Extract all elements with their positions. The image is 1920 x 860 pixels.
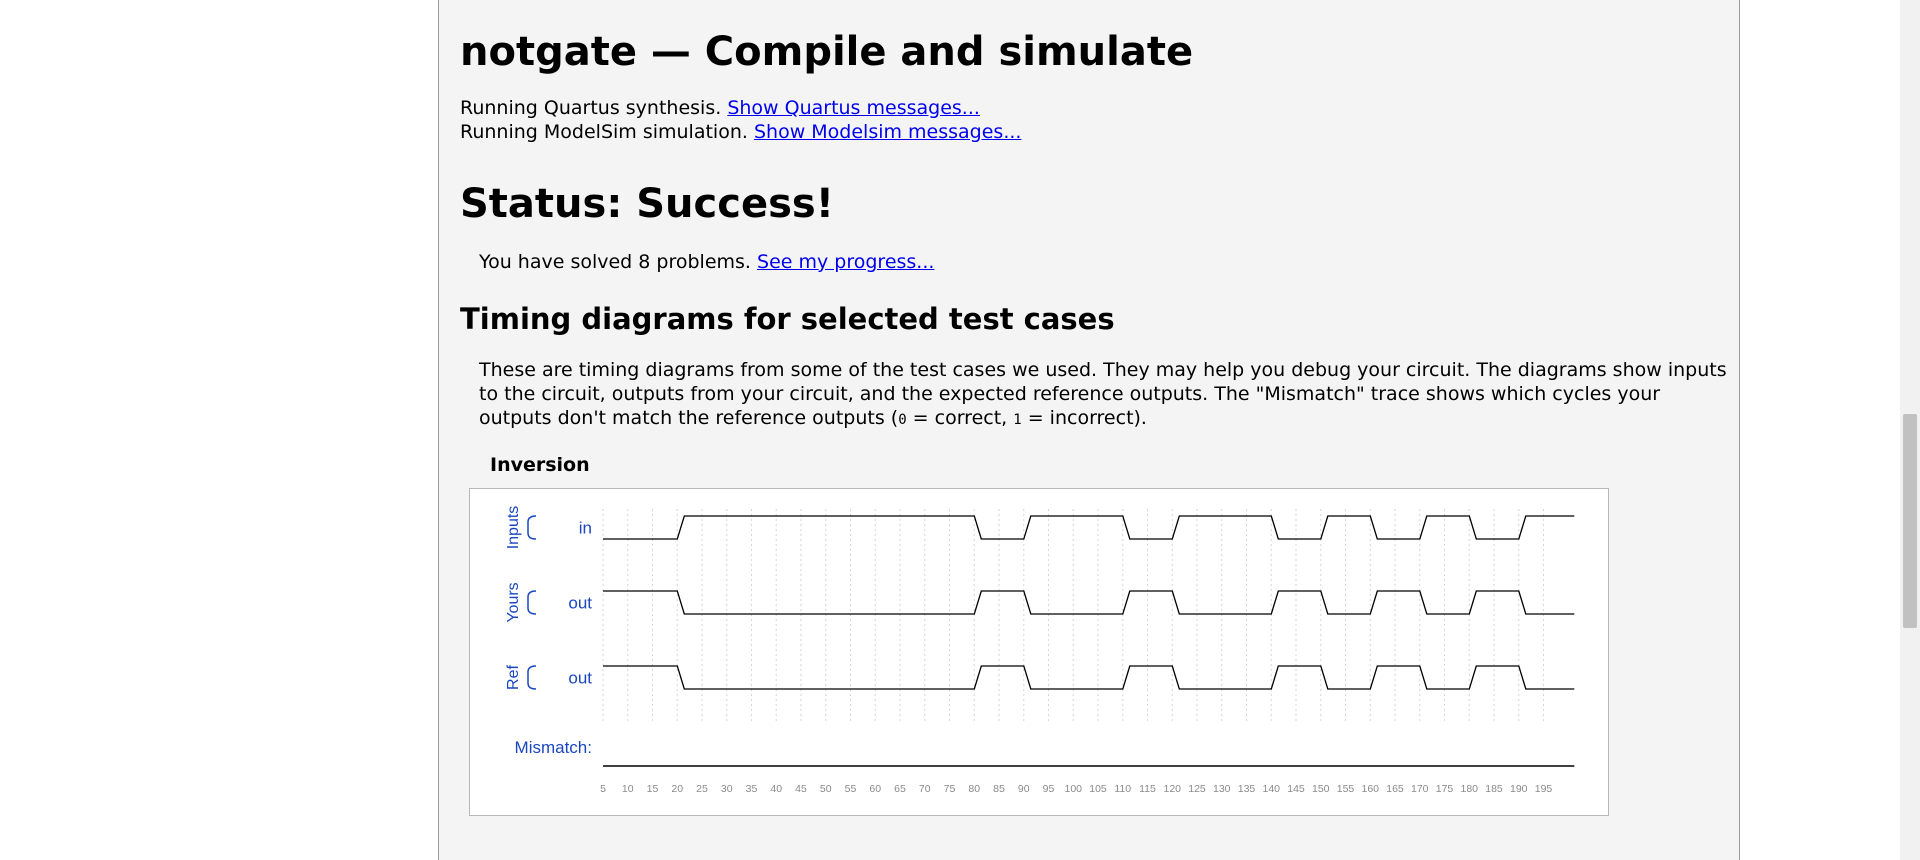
x-tick-label-80: 80 [968,783,980,795]
x-tick-label-145: 145 [1287,783,1305,795]
x-tick-label-40: 40 [770,783,782,795]
x-tick-label-130: 130 [1213,783,1231,795]
x-tick-label-170: 170 [1411,783,1429,795]
x-tick-label-165: 165 [1386,783,1404,795]
vertical-scrollbar[interactable] [1900,0,1920,860]
timing-desc-part-3: = incorrect). [1021,407,1147,429]
x-tick-label-65: 65 [894,783,906,795]
modelsim-status-text: Running ModelSim simulation. [460,121,748,143]
x-tick-label-55: 55 [845,783,857,795]
x-tick-label-175: 175 [1436,783,1454,795]
x-tick-label-20: 20 [671,783,683,795]
modelsim-line: Running ModelSim simulation. Show Models… [460,120,1021,144]
x-tick-label-60: 60 [869,783,881,795]
code-one: 1 [1013,412,1022,428]
x-tick-label-35: 35 [746,783,758,795]
x-tick-label-180: 180 [1460,783,1478,795]
x-tick-label-25: 25 [696,783,708,795]
x-tick-label-85: 85 [993,783,1005,795]
x-tick-label-90: 90 [1018,783,1030,795]
x-tick-label-75: 75 [944,783,956,795]
quartus-status-text: Running Quartus synthesis. [460,97,722,119]
see-progress-link[interactable]: See my progress... [757,251,934,273]
signal-label-yours-out: out [568,594,592,613]
x-tick-label-140: 140 [1262,783,1280,795]
mismatch-label: Mismatch: [515,738,592,757]
timing-diagram: Inputs in Yours out Ref out Mismatch: 5 10 15 20 25… [469,488,1609,816]
trace-ref-out [603,665,1575,690]
x-tick-label-50: 50 [820,783,832,795]
group-bracket-ref [527,665,537,690]
page-title: notgate — Compile and simulate [460,29,1194,75]
quartus-line: Running Quartus synthesis. Show Quartus … [460,96,980,120]
signal-label-ref-out: out [568,669,592,688]
main-content: notgate — Compile and simulate Running Q… [438,0,1740,860]
x-tick-label-15: 15 [647,783,659,795]
trace-inputs-in [603,515,1575,540]
signal-label-inputs-in: in [579,519,592,538]
show-modelsim-messages-link[interactable]: Show Modelsim messages... [754,121,1021,143]
x-tick-label-5: 5 [600,783,606,795]
x-tick-label-125: 125 [1188,783,1206,795]
trace-yours-out [603,590,1575,615]
group-label-inputs: Inputs [505,506,522,550]
status-heading: Status: Success! [460,181,834,227]
timing-desc-part-2: = correct, [906,407,1014,429]
code-zero: 0 [898,412,907,428]
x-tick-label-10: 10 [622,783,634,795]
x-tick-label-105: 105 [1089,783,1107,795]
solved-line: You have solved 8 problems. See my progr… [479,250,934,274]
x-tick-label-155: 155 [1337,783,1355,795]
x-tick-label-185: 185 [1485,783,1503,795]
group-bracket-inputs [527,515,537,540]
x-tick-label-160: 160 [1361,783,1379,795]
scrollbar-thumb[interactable] [1903,414,1917,628]
group-label-yours: Yours [505,582,522,622]
x-tick-label-100: 100 [1064,783,1082,795]
show-quartus-messages-link[interactable]: Show Quartus messages... [727,97,980,119]
solved-count-text: You have solved 8 problems. [479,251,751,273]
group-label-ref: Ref [505,665,522,690]
timing-description: These are timing diagrams from some of t… [479,358,1734,432]
x-tick-label-70: 70 [919,783,931,795]
x-tick-label-150: 150 [1312,783,1330,795]
x-tick-label-120: 120 [1163,783,1181,795]
x-tick-label-190: 190 [1510,783,1528,795]
x-tick-label-195: 195 [1535,783,1553,795]
x-tick-label-110: 110 [1114,783,1131,795]
group-bracket-yours [527,590,537,615]
testcase-title: Inversion [490,454,590,476]
timing-diagram-svg: Inputs in Yours out Ref out Mismatch: 5 10 15 20 25… [505,506,1575,795]
x-tick-label-95: 95 [1043,783,1055,795]
x-tick-label-115: 115 [1139,783,1156,795]
timing-heading: Timing diagrams for selected test cases [460,302,1115,336]
x-tick-label-135: 135 [1238,783,1256,795]
x-tick-label-45: 45 [795,783,807,795]
x-tick-label-30: 30 [721,783,733,795]
